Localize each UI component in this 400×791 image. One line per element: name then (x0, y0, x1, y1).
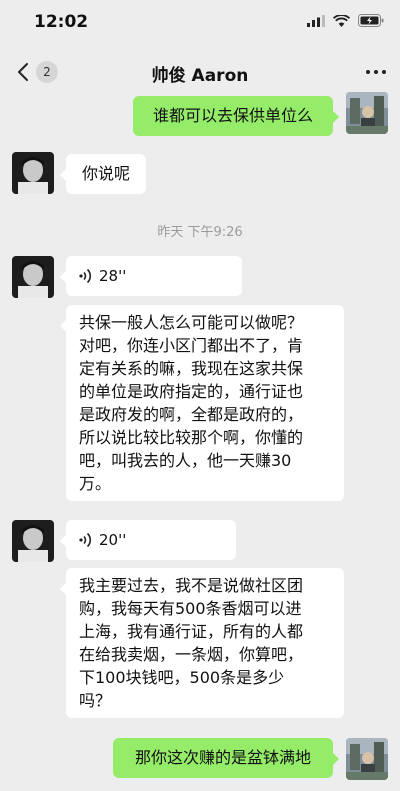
more-dot (374, 70, 378, 74)
contact-avatar[interactable] (12, 520, 54, 562)
bubble-tail (60, 271, 66, 283)
message-line: 下100块钱吧，500条是多少 (79, 668, 285, 687)
my-avatar[interactable] (346, 738, 388, 780)
status-bar: 12:02 (0, 0, 400, 44)
voice-message-bubble[interactable]: 28'' (60, 256, 242, 296)
message-line: 共保一般人怎么可能可以做呢？ (79, 313, 304, 332)
wifi-icon (333, 14, 350, 27)
voice-wave-icon (79, 268, 92, 284)
message-text: 你说呢 (81, 164, 130, 183)
message-line: 我主要过去，我不是说做社区团 (79, 576, 304, 595)
contact-avatar[interactable] (12, 152, 54, 194)
message-bubble-outgoing[interactable]: 谁都可以去保供单位么 (133, 96, 339, 136)
message-line: 购，我每天有500条香烟可以进 (79, 599, 302, 618)
contact-avatar-image (12, 256, 54, 298)
contact-avatar-image (12, 520, 54, 562)
message-line: 吧，叫我去的人，他一天赚30 (79, 451, 292, 470)
status-time: 12:02 (34, 12, 89, 32)
voice-duration: 28'' (99, 266, 127, 285)
my-avatar-image (346, 92, 388, 134)
voice-wave-icon (79, 532, 92, 548)
more-dot (382, 70, 386, 74)
message-line: 定有关系的嘛，我现在这家共保 (79, 359, 304, 378)
message-line: 在给我卖烟，一条烟，你算吧， (79, 645, 304, 664)
contact-avatar[interactable] (12, 256, 54, 298)
message-line: 是政府发的啊，全都是政府的， (79, 405, 304, 424)
chat-timestamp: 昨天 下午9:26 (157, 225, 243, 240)
message-bubble-incoming[interactable]: 你说呢 (60, 154, 146, 194)
message-bubble-outgoing[interactable]: 那你这次赚的是盆钵满地 (113, 738, 339, 778)
message-line: 万。 (79, 474, 112, 493)
bubble-tail (60, 583, 66, 595)
message-text: 谁都可以去保供单位么 (152, 106, 313, 125)
bubble-tail (333, 111, 339, 123)
message-line: 的单位是政府指定的，通行证也 (79, 382, 304, 401)
status-icons (307, 14, 384, 27)
message-line: 吗？ (79, 691, 112, 710)
bubble-tail (333, 753, 339, 765)
my-avatar-image (346, 738, 388, 780)
message-bubble-incoming[interactable]: 我主要过去，我不是说做社区团 购，我每天有500条香烟可以进 上海，我有通行证，… (60, 568, 344, 718)
bubble-tail (60, 535, 66, 547)
message-text: 那你这次赚的是盆钵满地 (134, 748, 311, 767)
battery-charging-icon (358, 14, 384, 27)
message-bubble-incoming[interactable]: 共保一般人怎么可能可以做呢？ 对吧，你连小区门都出不了，肯 定有关系的嘛，我现在… (60, 305, 344, 501)
chat-title: 帅俊 Aaron (151, 66, 249, 86)
message-line: 所以说比较比较那个啊，你懂的 (79, 428, 304, 447)
voice-message-bubble[interactable]: 20'' (60, 520, 236, 560)
chat-header: 2 帅俊 Aaron (0, 44, 400, 100)
voice-message: 28'' (79, 256, 229, 296)
message-line: 上海，我有通行证，所有的人都 (79, 622, 304, 641)
more-options-icon[interactable] (366, 70, 386, 74)
bubble-tail (60, 169, 66, 181)
signal-icon (307, 14, 325, 27)
contact-avatar-image (12, 152, 54, 194)
bubble-tail (60, 320, 66, 332)
voice-duration: 20'' (99, 530, 127, 549)
my-avatar[interactable] (346, 92, 388, 134)
more-dot (366, 70, 370, 74)
message-line: 对吧，你连小区门都出不了，肯 (79, 336, 304, 355)
voice-message: 20'' (79, 520, 223, 560)
